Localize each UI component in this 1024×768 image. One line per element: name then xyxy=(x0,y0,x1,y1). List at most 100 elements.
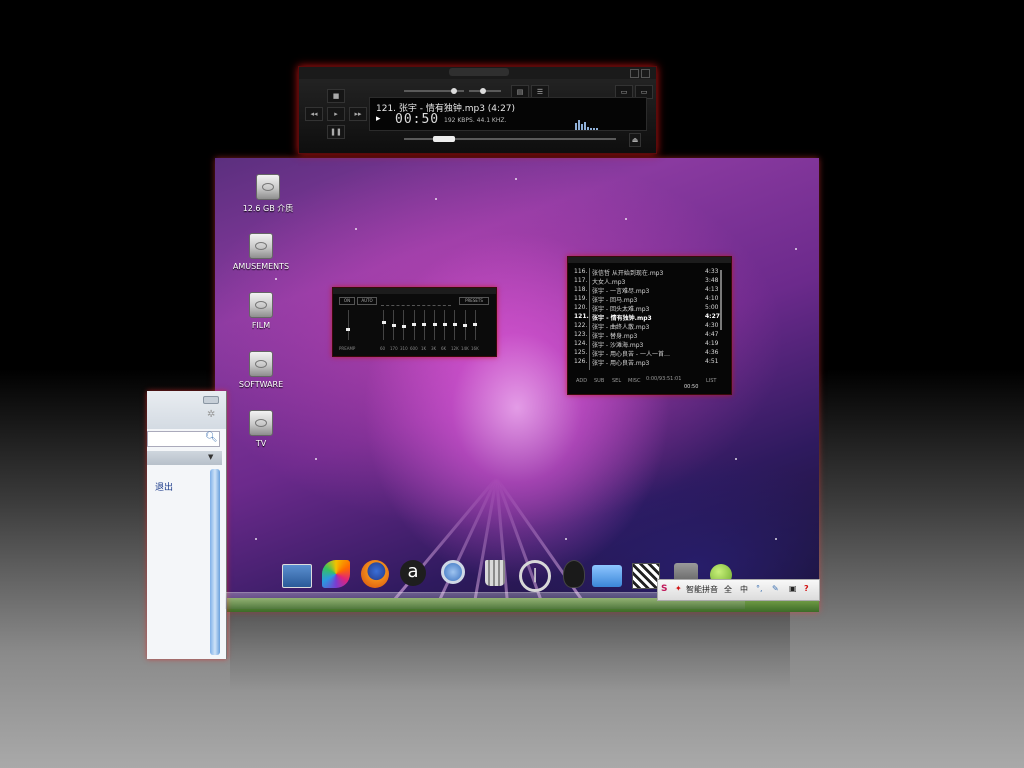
playlist-row[interactable]: 125. 张宇 - 用心良苦 - 一人一首… 4:36 xyxy=(572,349,722,358)
dock-item-amazon[interactable]: a xyxy=(398,560,428,590)
seek-thumb[interactable] xyxy=(433,136,456,142)
eq-band-label: 170 xyxy=(390,346,398,351)
eq-band-knob[interactable] xyxy=(412,322,417,326)
dock-item-desktop[interactable] xyxy=(282,560,312,590)
clapperboard-icon xyxy=(632,563,660,589)
playlist-sub-button[interactable]: SUB xyxy=(594,378,604,384)
playlist-row-active[interactable]: 121. 张宇 - 情有独钟.mp3 4:27 xyxy=(572,313,722,322)
desktop-icon-film[interactable]: FILM xyxy=(221,292,301,330)
eq-on-button[interactable]: ON xyxy=(339,297,355,305)
eq-preamp-slider[interactable] xyxy=(348,310,349,340)
playlist-row-duration: 3:48 xyxy=(705,277,719,284)
eq-presets-button[interactable]: PRESETS xyxy=(459,297,489,305)
gear-icon[interactable]: ✲ xyxy=(207,409,215,420)
playlist-row[interactable]: 119. 张宇 - 回马.mp3 4:10 xyxy=(572,295,722,304)
dock-item-colorful-app[interactable] xyxy=(322,560,352,590)
playlist-row[interactable]: 116. 张信哲 从开始到现在.mp3 4:33 xyxy=(572,268,722,277)
stop-button[interactable]: ■ xyxy=(327,89,345,103)
dock-item-gnome[interactable] xyxy=(558,560,588,590)
partial-window[interactable]: ✲ 🔍︎ ▼ 退出 xyxy=(147,391,227,659)
desktop-icon-amusements[interactable]: AMUSEMENTS xyxy=(221,233,301,271)
balance-thumb[interactable] xyxy=(480,88,486,94)
partial-window-toolbar[interactable]: ▼ xyxy=(147,451,222,465)
desktop-icon-drive-1[interactable]: 12.6 GB 介质 xyxy=(228,174,308,214)
next-button[interactable]: ▸▸ xyxy=(349,107,367,121)
ime-name[interactable]: 智能拼音 xyxy=(686,584,718,595)
ime-fullwidth-toggle[interactable]: 全 xyxy=(724,584,732,595)
playlist-titlebar[interactable] xyxy=(568,257,731,263)
eq-band-knob[interactable] xyxy=(381,321,386,325)
playlist-row-duration: 4:13 xyxy=(705,286,719,293)
desktop-icon-software[interactable]: SOFTWARE xyxy=(221,351,301,389)
ime-mode-icon[interactable]: ✦ xyxy=(675,584,682,593)
eq-band-knob[interactable] xyxy=(463,324,468,327)
dock-item-trash[interactable] xyxy=(480,560,510,590)
pause-button[interactable]: ❚❚ xyxy=(327,125,345,139)
playlist-scrollbar[interactable] xyxy=(720,270,722,330)
media-player-window[interactable]: ■ ◂◂ ▸ ▸▸ ❚❚ ▤ ☰ ▭ ▭ 121. 张宇 - 情有独钟.mp3 … xyxy=(298,66,657,154)
chevron-down-icon[interactable]: ▼ xyxy=(208,453,213,461)
ime-help-icon[interactable]: ? xyxy=(804,584,809,593)
eq-band-label: 12K xyxy=(451,346,459,351)
eq-band-knob[interactable] xyxy=(401,325,406,329)
playlist-row[interactable]: 118. 张宇 - 一言难尽.mp3 4:13 xyxy=(572,286,722,295)
ime-chinese-toggle[interactable]: 中 xyxy=(740,584,748,595)
playlist-row[interactable]: 122. 张宇 - 曲终人散.mp3 4:30 xyxy=(572,322,722,331)
ime-menu-icon[interactable]: ▣ xyxy=(789,584,797,593)
dock-item-search[interactable] xyxy=(438,560,468,590)
hard-drive-icon xyxy=(256,174,280,200)
equalizer-window[interactable]: ON AUTO PRESETS PREAMP 60 170 310 600 1K… xyxy=(332,287,497,357)
power-icon: | xyxy=(519,560,551,592)
playlist-row-number: 122. xyxy=(574,322,588,329)
eject-icon[interactable]: ⏏ xyxy=(629,133,641,147)
playlist-window[interactable]: 116. 张信哲 从开始到现在.mp3 4:33 117. 大女人.mp3 3:48 118… xyxy=(567,256,732,395)
ime-softkeyboard-icon[interactable]: ✎ xyxy=(772,584,779,593)
playlist-row-duration: 4:33 xyxy=(705,268,719,275)
volume-thumb[interactable] xyxy=(451,88,457,94)
eq-band-knob[interactable] xyxy=(452,322,457,326)
playlist-row-title: 张宇 - 用心良苦.mp3 xyxy=(592,360,650,367)
eq-band-label: 6K xyxy=(441,346,447,351)
desktop-icon-tv[interactable]: TV xyxy=(221,410,301,448)
dock-item-folder[interactable] xyxy=(592,560,622,590)
eq-band-knob[interactable] xyxy=(391,324,396,327)
eq-band-knob[interactable] xyxy=(432,322,437,326)
playlist-row-title: 张宇 - 回头太难.mp3 xyxy=(592,306,650,313)
previous-button[interactable]: ◂◂ xyxy=(305,107,323,121)
playlist-row[interactable]: 120. 张宇 - 回头太难.mp3 5:00 xyxy=(572,304,722,313)
play-button[interactable]: ▸ xyxy=(327,107,345,121)
playlist-row-number: 120. xyxy=(574,304,588,311)
eq-band-knob[interactable] xyxy=(473,322,478,326)
playlist-sel-button[interactable]: SEL xyxy=(612,378,621,384)
playlist-row-number: 117. xyxy=(574,277,588,284)
playlist-row[interactable]: 117. 大女人.mp3 3:48 xyxy=(572,277,722,286)
playlist-row-title: 张信哲 从开始到现在.mp3 xyxy=(592,270,664,277)
playlist-list-button[interactable]: LIST xyxy=(706,378,717,384)
player-logo xyxy=(449,68,509,76)
vertical-scrollbar[interactable] xyxy=(210,469,220,655)
minimize-icon[interactable] xyxy=(203,396,219,404)
dock-item-power[interactable]: | xyxy=(519,560,551,592)
playlist-row[interactable]: 123. 张宇 - 替身.mp3 4:47 xyxy=(572,331,722,340)
playlist-add-button[interactable]: ADD xyxy=(576,378,587,384)
eq-band-knob[interactable] xyxy=(442,322,447,326)
eq-auto-button[interactable]: AUTO xyxy=(357,297,377,305)
ime-punctuation-icon[interactable]: °, xyxy=(756,584,763,593)
search-icon[interactable]: 🔍︎ xyxy=(205,432,218,443)
dock-item-firefox[interactable] xyxy=(361,560,391,590)
playlist-row[interactable]: 126. 张宇 - 用心良苦.mp3 4:51 xyxy=(572,358,722,367)
playlist-row[interactable]: 124. 张宇 - 沙滩海.mp3 4:19 xyxy=(572,340,722,349)
eq-band-knob[interactable] xyxy=(422,322,427,326)
hard-drive-icon xyxy=(249,351,273,377)
player-titlebar[interactable] xyxy=(299,67,656,79)
search-input[interactable]: 🔍︎ xyxy=(147,431,220,447)
eq-preamp-knob[interactable] xyxy=(346,328,350,331)
minimize-icon[interactable] xyxy=(630,69,639,78)
eq-titlebar[interactable] xyxy=(333,288,496,294)
playlist-misc-button[interactable]: MISC xyxy=(628,378,640,384)
ime-logo-icon: S xyxy=(661,584,668,594)
ime-toolbar[interactable]: S ✦ 智能拼音 全 中 °, ✎ ▣ ? xyxy=(657,579,820,601)
exit-link[interactable]: 退出 xyxy=(155,480,173,493)
eq-band-slider[interactable] xyxy=(383,310,384,340)
close-icon[interactable] xyxy=(641,69,650,78)
